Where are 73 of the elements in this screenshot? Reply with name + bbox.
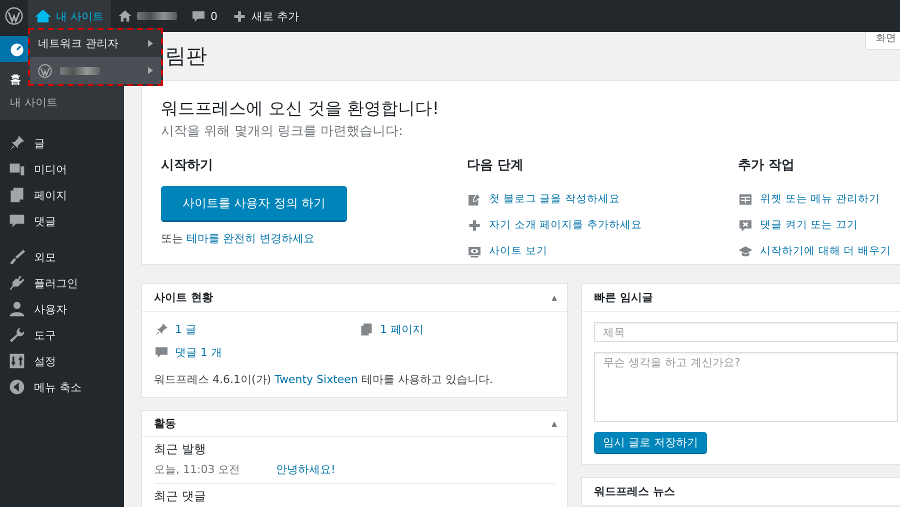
section-heading: 최근 댓글 (154, 488, 207, 505)
welcome-link[interactable]: 위젯 또는 메뉴 관리하기 (738, 186, 898, 212)
welcome-link[interactable]: 시작하기에 대해 더 배우기 (738, 238, 898, 264)
submenu-arrow-icon (148, 67, 153, 74)
wordpress-logo-icon[interactable] (5, 7, 23, 25)
welcome-link[interactable]: 사이트 보기 (467, 238, 738, 264)
grid-icon (738, 192, 753, 206)
graduation-cap-icon (738, 244, 753, 258)
sidebar-item[interactable]: 외모 (0, 244, 124, 270)
wordpress-logo-icon[interactable] (38, 64, 52, 78)
submenu-item[interactable]: 내 사이트 (0, 91, 124, 114)
glance-link[interactable]: 댓글 1 개 (154, 345, 359, 360)
theme-link[interactable]: Twenty Sixteen (274, 373, 358, 386)
welcome-title: 워드프레스에 오신 것을 환영합니다! (161, 98, 440, 120)
welcome-link[interactable]: 자기 소개 페이지를 추가하세요 (467, 212, 738, 238)
plus-icon (232, 8, 246, 24)
welcome-subtitle: 시작을 위해 몇개의 링크를 마련했습니다: (161, 123, 404, 140)
blurred-site-name (60, 66, 100, 74)
speech-bubble-icon (154, 345, 169, 360)
collapse-icon (8, 378, 26, 396)
blurred-site-name (136, 12, 176, 20)
sidebar-item[interactable]: 글 (0, 130, 124, 156)
pencil-icon (467, 192, 482, 206)
sidebar-item[interactable]: 페이지 (0, 182, 124, 208)
sidebar-item[interactable]: 미디어 (0, 156, 124, 182)
version-text: 워드프레스 4.6.1이(가) Twenty Sixteen 테마를 사용하고 있습니다. (154, 372, 494, 387)
pages-icon (359, 322, 374, 337)
sliders-icon (8, 352, 26, 370)
post-time: 오늘, 11:03 오전 (154, 462, 242, 477)
submenu-arrow-icon (148, 40, 153, 47)
wrench-icon (8, 326, 26, 344)
theme-link[interactable]: 테마를 완전히 변경하세요 (186, 232, 314, 245)
sidebar-item[interactable]: 도구 (0, 322, 124, 348)
box-title: 사이트 현황 (154, 290, 213, 305)
comment-cross-icon (738, 218, 753, 232)
speech-bubble-icon (8, 212, 26, 230)
post-link[interactable]: 안녕하세요! (276, 462, 336, 477)
box-title: 워드프레스 뉴스 (594, 484, 675, 499)
brush-icon (8, 248, 26, 266)
box-title: 활동 (154, 416, 176, 431)
plus-icon (467, 218, 482, 232)
sidebar-item[interactable]: 설정 (0, 348, 124, 374)
dropdown-item[interactable] (30, 57, 161, 84)
pages-icon (8, 186, 26, 204)
save-draft-button[interactable]: 임시 글로 저장하기 (594, 432, 707, 454)
content-field[interactable]: 무슨 생각을 하고 계신가요? (594, 352, 898, 422)
title-field[interactable]: 제목 (594, 322, 898, 342)
column-heading: 다음 단계 (467, 157, 525, 174)
sidebar-item[interactable]: 메뉴 축소 (0, 374, 124, 400)
column-heading: 시작하기 (161, 157, 214, 174)
box-title: 빠른 임시글 (594, 290, 653, 305)
glance-link[interactable]: 1 페이지 (359, 322, 555, 337)
dropdown-item[interactable]: 네트워크 관리자 (30, 30, 161, 57)
pin-icon (8, 134, 26, 152)
house-icon (118, 9, 132, 23)
glance-link[interactable]: 1 글 (154, 322, 359, 337)
welcome-link[interactable]: 첫 블로그 글을 작성하세요 (467, 186, 738, 212)
customize-button[interactable]: 사이트를 사용자 정의 하기 (161, 186, 347, 222)
speech-bubble-icon (190, 8, 206, 24)
comments-menu[interactable]: 0 (184, 0, 224, 32)
sidebar-item[interactable]: 댓글 (0, 208, 124, 234)
new-content-menu[interactable]: 새로 추가 (224, 0, 306, 32)
page-title: 림판 (165, 43, 207, 70)
screen-options-tab[interactable]: 화면 (866, 32, 900, 49)
pin-icon (154, 322, 169, 337)
section-heading: 최근 발행 (154, 441, 207, 458)
plug-icon (8, 274, 26, 292)
sidebar-item[interactable]: 플러그인 (0, 270, 124, 296)
sidebar-item[interactable]: 사용자 (0, 296, 124, 322)
person-icon (8, 300, 26, 318)
welcome-link[interactable]: 댓글 켜기 또는 끄기 (738, 212, 898, 238)
theme-note: 또는 테마를 완전히 변경하세요 (161, 231, 316, 246)
column-heading: 추가 작업 (738, 157, 796, 174)
